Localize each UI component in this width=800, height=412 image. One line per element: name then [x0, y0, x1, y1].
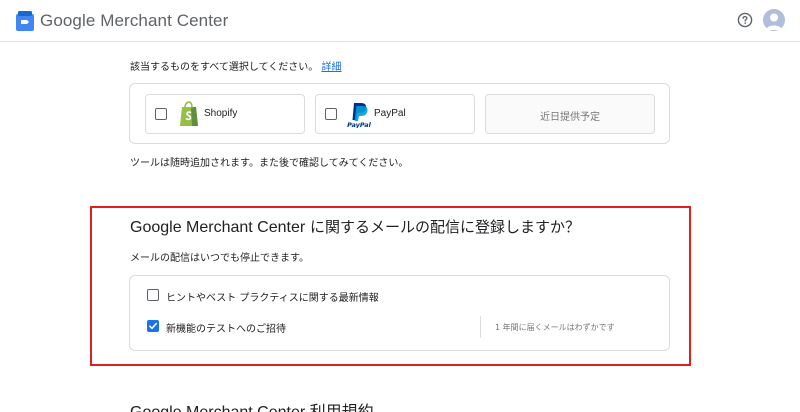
top-app-bar: Google Merchant Center	[0, 0, 800, 42]
email-frequency-note: 1 年間に届くメールはわずかです	[495, 323, 615, 332]
email-options-box: ヒントやベスト プラクティスに関する最新情報 新機能のテストへのご招待 1 年間…	[129, 275, 670, 351]
feature-tests-label: 新機能のテストへのご招待	[166, 324, 286, 335]
paypal-icon: PayPal	[347, 103, 372, 128]
paypal-label: PayPal	[374, 108, 406, 119]
partner-intro-text: 該当するものをすべて選択してください。 詳細	[130, 58, 342, 73]
details-link[interactable]: 詳細	[322, 62, 342, 73]
shopify-checkbox[interactable]	[155, 108, 167, 120]
options-divider	[480, 316, 481, 338]
partner-card-shopify[interactable]: Shopify	[145, 94, 305, 134]
email-title-brand: Google Merchant Center	[130, 219, 306, 236]
feature-tests-checkbox[interactable]	[147, 320, 159, 332]
email-option-feature-tests[interactable]: 新機能のテストへのご招待	[147, 319, 467, 335]
shopify-bag-icon	[180, 101, 198, 126]
coming-soon-label: 近日提供予定	[540, 112, 600, 123]
email-section-title: Google Merchant Center に関するメールの配信に登録しますか…	[130, 216, 580, 237]
merchant-center-logo-icon[interactable]	[16, 11, 34, 31]
email-unsubscribe-note: メールの配信はいつでも停止できます。	[130, 253, 309, 264]
terms-title-suffix: 利用規約	[305, 404, 374, 412]
terms-title: Google Merchant Center 利用規約	[130, 398, 374, 412]
account-avatar[interactable]	[763, 9, 785, 31]
person-icon	[766, 13, 782, 30]
coming-soon-card: 近日提供予定	[485, 94, 655, 134]
tools-note: ツールは随時追加されます。また後で確認してみてください。	[130, 158, 409, 169]
checkmark-icon	[149, 322, 158, 330]
svg-text:PayPal: PayPal	[347, 121, 372, 128]
shopify-label: Shopify	[204, 108, 238, 119]
terms-title-brand: Google Merchant Center	[130, 404, 305, 412]
tips-checkbox[interactable]	[147, 289, 159, 301]
partner-card-paypal[interactable]: PayPal PayPal	[315, 94, 475, 134]
partner-intro-label: 該当するものをすべて選択してください。	[130, 62, 319, 73]
app-title[interactable]: Google Merchant Center	[40, 11, 228, 31]
tips-label: ヒントやベスト プラクティスに関する最新情報	[166, 293, 379, 304]
email-option-tips[interactable]: ヒントやベスト プラクティスに関する最新情報	[147, 288, 467, 304]
email-title-question: に関するメールの配信に登録しますか？	[305, 218, 580, 236]
paypal-checkbox[interactable]	[325, 108, 337, 120]
partner-options-box: Shopify PayPal PayPal 近日提供予定	[129, 83, 670, 144]
help-circle-icon[interactable]	[737, 12, 753, 28]
